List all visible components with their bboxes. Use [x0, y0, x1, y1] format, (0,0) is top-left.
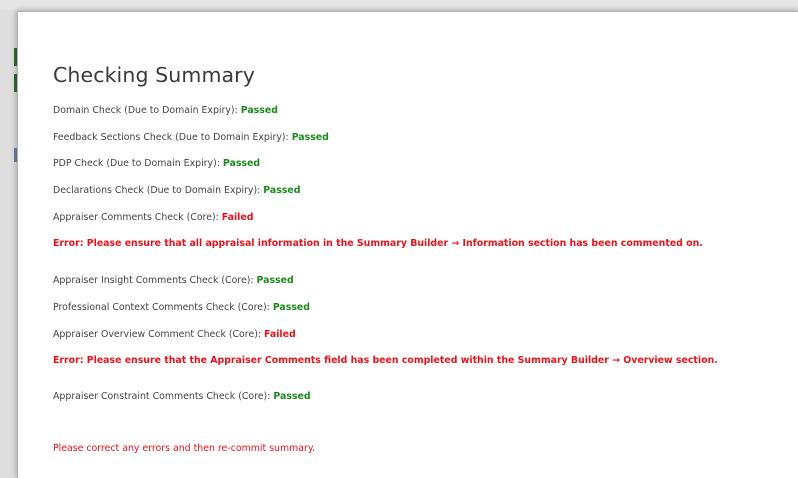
status-passed: Passed	[256, 275, 294, 286]
status-passed: Passed	[240, 105, 278, 116]
check-label: Domain Check (Due to Domain Expiry):	[53, 105, 238, 116]
check-label: Appraiser Constraint Comments Check (Cor…	[53, 391, 271, 402]
status-passed: Passed	[222, 158, 261, 169]
status-passed: Passed	[273, 391, 311, 402]
status-failed: Failed	[264, 329, 296, 340]
status-passed: Passed	[263, 185, 301, 196]
correction-instruction: Please correct any errors and then re-co…	[53, 443, 316, 454]
check-row-pdp: PDP Check (Due to Domain Expiry): Passed	[53, 158, 260, 169]
status-passed: Passed	[291, 132, 329, 143]
error-message-overview-section: Error: Please ensure that the Appraiser …	[53, 355, 718, 366]
check-label: PDP Check (Due to Domain Expiry):	[53, 158, 220, 169]
error-message-information-section: Error: Please ensure that all appraisal …	[53, 238, 703, 249]
check-label: Professional Context Comments Check (Cor…	[53, 302, 270, 313]
check-row-appraiser-comments: Appraiser Comments Check (Core): Failed	[53, 212, 253, 223]
check-row-professional-context: Professional Context Comments Check (Cor…	[53, 302, 310, 313]
check-row-appraiser-constraint: Appraiser Constraint Comments Check (Cor…	[53, 391, 311, 402]
check-label: Appraiser Comments Check (Core):	[53, 212, 219, 223]
check-row-feedback-sections: Feedback Sections Check (Due to Domain E…	[53, 132, 329, 143]
checking-summary-dialog: Checking Summary Domain Check (Due to Do…	[17, 11, 798, 478]
check-label: Declarations Check (Due to Domain Expiry…	[53, 185, 261, 196]
status-passed: Passed	[272, 302, 310, 313]
check-row-declarations: Declarations Check (Due to Domain Expiry…	[53, 185, 300, 196]
check-row-appraiser-insight: Appraiser Insight Comments Check (Core):…	[53, 275, 294, 286]
background-header-strip	[0, 0, 798, 10]
status-failed: Failed	[221, 212, 254, 223]
check-label: Feedback Sections Check (Due to Domain E…	[53, 132, 289, 143]
dialog-title: Checking Summary	[53, 63, 255, 87]
check-row-domain: Domain Check (Due to Domain Expiry): Pas…	[53, 105, 278, 116]
check-row-appraiser-overview: Appraiser Overview Comment Check (Core):…	[53, 329, 296, 340]
check-label: Appraiser Overview Comment Check (Core):	[53, 329, 262, 340]
check-label: Appraiser Insight Comments Check (Core):	[53, 275, 254, 286]
